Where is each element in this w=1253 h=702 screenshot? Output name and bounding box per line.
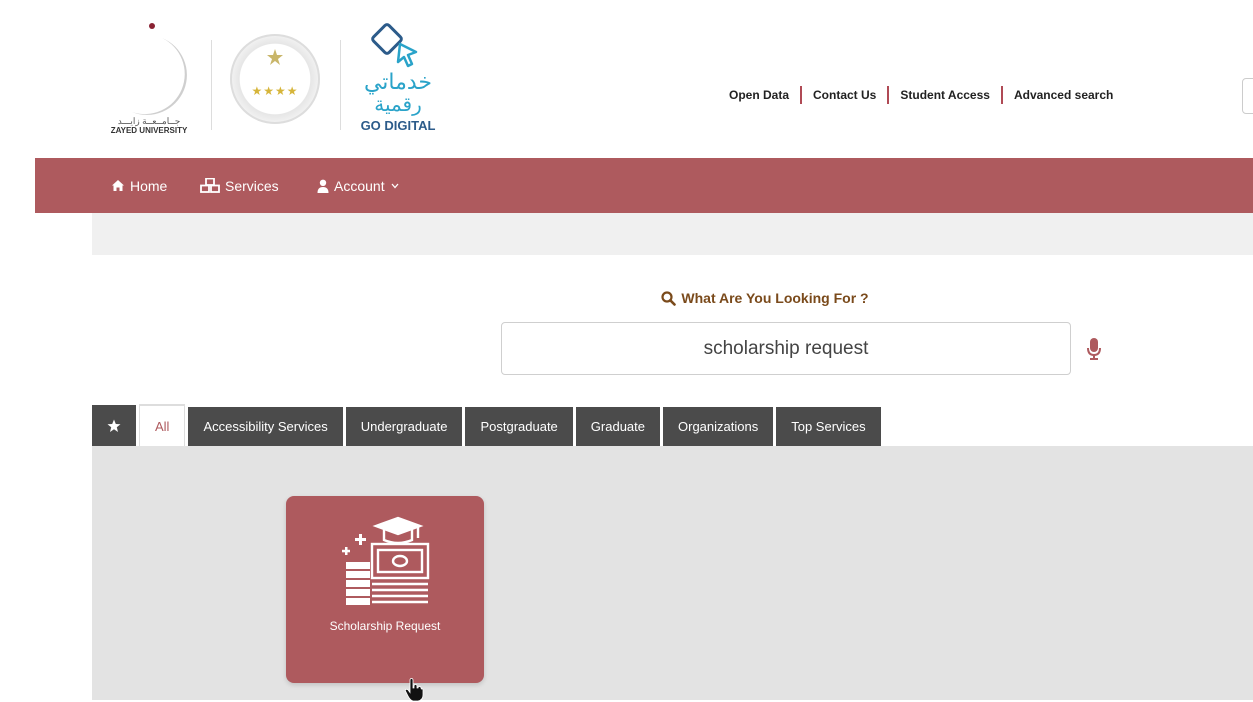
- advanced-search-link[interactable]: Advanced search: [1003, 88, 1124, 102]
- open-data-link[interactable]: Open Data: [718, 88, 800, 102]
- go-digital-arabic-line2: رقمية: [374, 92, 422, 116]
- tab-favorites[interactable]: [92, 405, 136, 446]
- nav-account-label: Account: [334, 177, 385, 194]
- top-links: Open Data Contact Us Student Access Adva…: [718, 86, 1124, 104]
- zayed-university-logo[interactable]: جــامــعــة زايـــد ZAYED UNIVERSITY: [104, 18, 194, 148]
- rating-seal-logo: ★★★★: [230, 34, 320, 124]
- go-digital-arabic-line1: خدماتي: [363, 70, 433, 95]
- seal-caption: [248, 70, 302, 80]
- seal-emblem-icon: [267, 49, 283, 65]
- star-icon: [107, 419, 121, 433]
- main-navbar: Home Services Account: [35, 158, 1253, 213]
- tab-graduate[interactable]: Graduate: [575, 407, 660, 446]
- scholarship-icon: [342, 516, 430, 605]
- service-card-scholarship-request[interactable]: Scholarship Request: [286, 496, 484, 683]
- nav-account[interactable]: Account: [317, 158, 399, 213]
- home-icon: [111, 179, 125, 192]
- service-search-input[interactable]: [501, 322, 1071, 375]
- tab-organizations[interactable]: Organizations: [663, 407, 774, 446]
- tab-top-services[interactable]: Top Services: [776, 407, 881, 446]
- nav-services[interactable]: Services: [200, 158, 279, 213]
- go-digital-label: GO DIGITAL: [360, 118, 436, 133]
- search-icon: [661, 290, 677, 306]
- student-access-link[interactable]: Student Access: [889, 88, 1001, 102]
- category-tabs: All Accessibility Services Undergraduate…: [92, 402, 884, 446]
- search-heading-label: What Are You Looking For ?: [681, 290, 869, 306]
- contact-us-link[interactable]: Contact Us: [802, 88, 887, 102]
- hand-cursor-icon: [404, 678, 424, 702]
- header-divider: [211, 40, 212, 130]
- tab-accessibility-services[interactable]: Accessibility Services: [188, 407, 343, 446]
- tab-postgraduate[interactable]: Postgraduate: [465, 407, 573, 446]
- nav-home[interactable]: Home: [111, 158, 167, 213]
- cubes-icon: [200, 178, 220, 193]
- university-english-name: ZAYED UNIVERSITY: [110, 126, 188, 135]
- go-digital-cursor-icon: [371, 23, 418, 68]
- seal-stars: ★★★★: [251, 84, 299, 98]
- service-card-label: Scholarship Request: [329, 619, 441, 633]
- header-divider: [340, 40, 341, 130]
- nav-home-label: Home: [130, 177, 168, 194]
- tab-all[interactable]: All: [139, 404, 186, 446]
- search-heading: What Are You Looking For ?: [560, 290, 970, 306]
- chevron-down-icon: [391, 183, 399, 189]
- header-search-input[interactable]: [1242, 78, 1253, 114]
- zayed-crescent-icon: [124, 23, 187, 115]
- user-icon: [317, 179, 329, 193]
- microphone-icon[interactable]: [1086, 337, 1102, 361]
- tab-undergraduate[interactable]: Undergraduate: [345, 407, 463, 446]
- breadcrumb-band: [92, 213, 1253, 255]
- nav-services-label: Services: [225, 177, 279, 194]
- services-panel: [92, 446, 1253, 700]
